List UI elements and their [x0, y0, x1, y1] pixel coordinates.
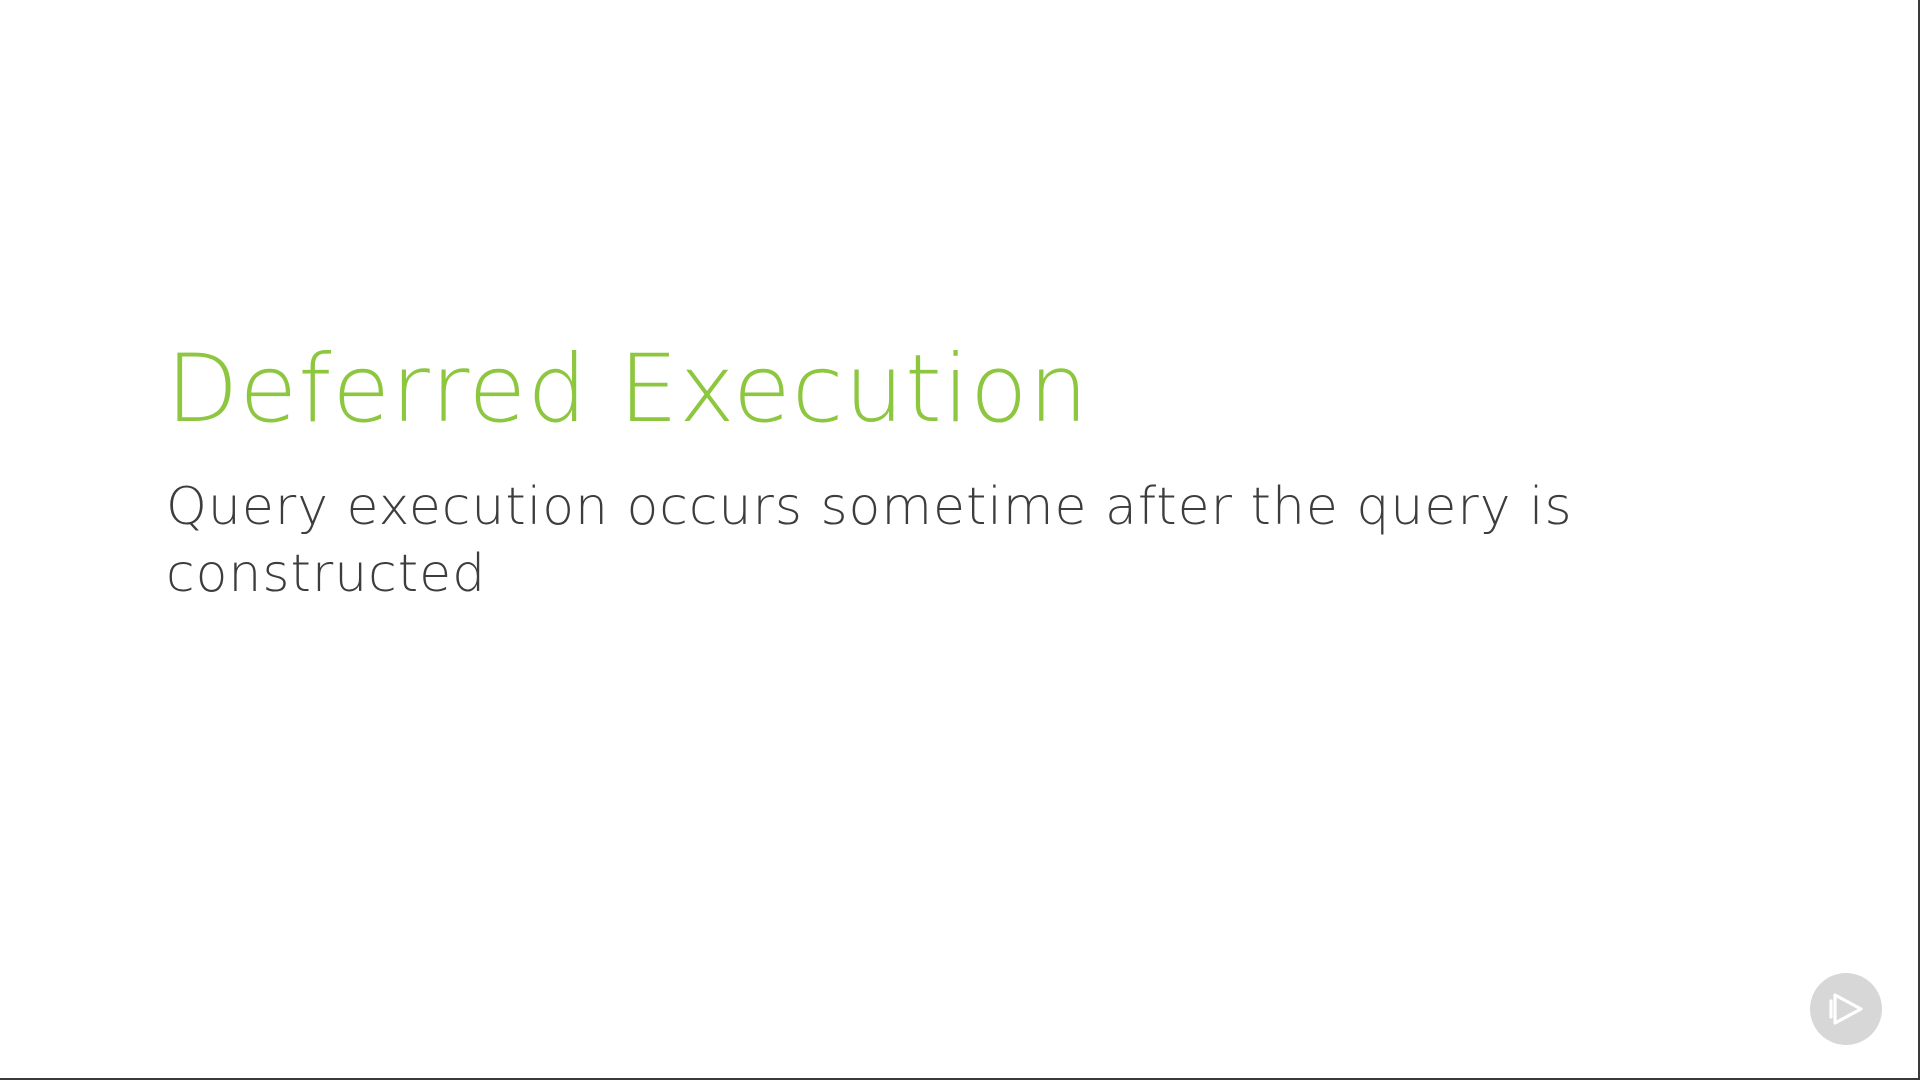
slide-title: Deferred Execution [166, 335, 1090, 444]
slide: Deferred Execution Query execution occur… [0, 0, 1920, 1080]
play-logo-glyph [1829, 993, 1863, 1025]
slide-subtitle: Query execution occurs sometime after th… [166, 474, 1666, 608]
subtitle-line-2: constructed [166, 544, 487, 604]
play-logo-icon [1810, 973, 1882, 1045]
subtitle-line-1: Query execution occurs sometime after th… [166, 477, 1573, 537]
